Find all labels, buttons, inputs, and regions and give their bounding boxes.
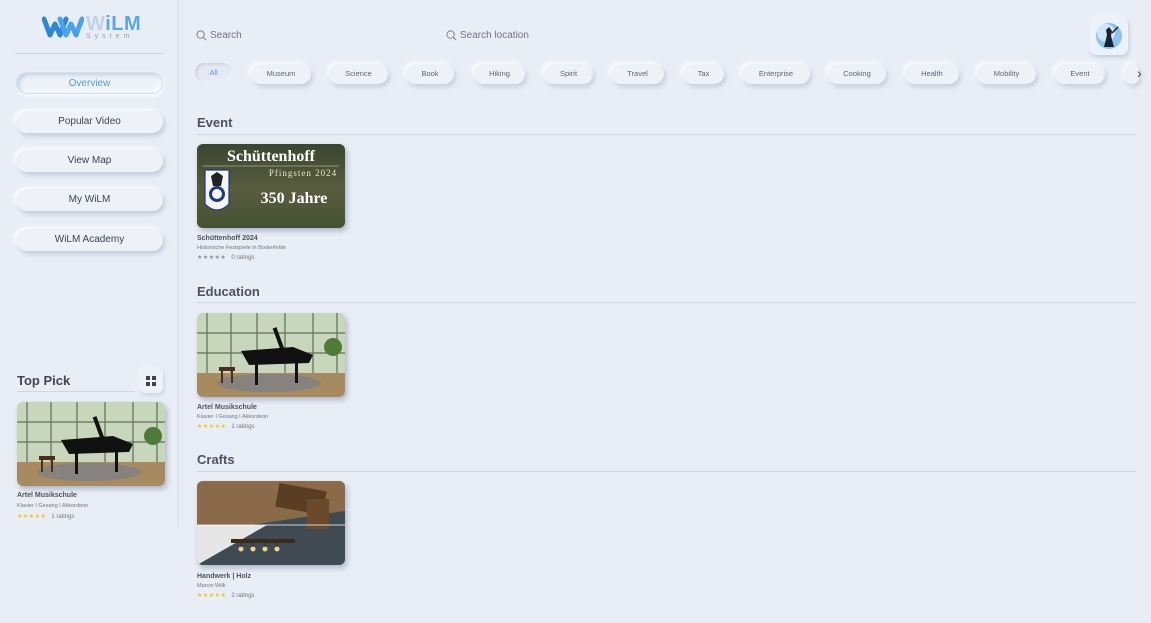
top-pick-card-subtitle: Klavier I Gesang I Akkordeon <box>17 503 89 509</box>
rating-stars-icon: ★★★★★ <box>197 424 227 430</box>
category-chip-hiking[interactable]: Hiking <box>474 64 525 84</box>
crafts-card-thumbnail[interactable] <box>197 481 345 565</box>
section-title-event: Event <box>197 115 233 130</box>
category-chip-mobility[interactable]: Mobility <box>977 64 1036 84</box>
event-card-thumbnail[interactable]: Schüttenhoff Pfingsten 2024 350 Jahre <box>197 144 345 228</box>
category-chip-tax[interactable]: Tax <box>683 64 724 84</box>
piano-image <box>17 402 165 486</box>
top-pick-thumbnail[interactable] <box>17 402 165 486</box>
search-input[interactable]: Search <box>196 28 242 42</box>
nav-view-map[interactable]: View Map <box>16 150 163 172</box>
grid-view-button[interactable] <box>139 369 163 393</box>
category-chip-museum[interactable]: Museum <box>251 64 311 84</box>
wilm-logo-mark-icon <box>42 16 84 38</box>
rating-stars-icon: ★★★★★ <box>197 593 227 599</box>
logo-subtitle: System <box>86 33 134 40</box>
section-title-education: Education <box>197 284 260 299</box>
category-chip-science[interactable]: Science <box>329 64 388 84</box>
category-chip-health[interactable]: Health <box>905 64 959 84</box>
section-divider <box>197 302 1136 303</box>
nav-my-wilm[interactable]: My WiLM <box>16 189 163 211</box>
chevron-right-icon[interactable]: › <box>1137 64 1142 82</box>
user-avatar[interactable] <box>1090 17 1128 55</box>
event-card-title[interactable]: Schüttenhoff 2024 <box>197 235 258 242</box>
sidebar: WiLM System Overview Popular Video View … <box>0 0 179 527</box>
rating-count: 0 ratings <box>231 254 255 261</box>
event-card-rating: ★★★★★ 0 ratings <box>197 254 255 262</box>
category-chip-enterprise[interactable]: Enterprise <box>742 64 810 84</box>
nav-overview[interactable]: Overview <box>16 72 163 94</box>
top-pick-divider <box>17 391 135 392</box>
search-icon <box>446 29 457 40</box>
location-placeholder: Search location <box>460 29 529 41</box>
rating-count: 1 ratings <box>231 423 255 430</box>
category-chip-all[interactable]: All <box>195 63 232 82</box>
top-pick-card-rating: ★★★★★ 1 ratings <box>17 513 75 521</box>
svg-text:Pfingsten 2024: Pfingsten 2024 <box>269 168 337 178</box>
top-pick-title: Top Pick <box>17 373 71 388</box>
category-chip-book[interactable]: Book <box>406 64 454 84</box>
education-card-subtitle: Klavier I Gesang I Akkordeon <box>197 414 269 420</box>
section-title-crafts: Crafts <box>197 452 235 467</box>
event-card-subtitle: Historische Festspiele in Bodenfelde <box>197 245 286 251</box>
nav-popular-video[interactable]: Popular Video <box>16 111 163 133</box>
rating-count: 2 ratings <box>231 592 255 599</box>
nav-wilm-academy[interactable]: WiLM Academy <box>16 229 163 251</box>
section-divider <box>197 471 1136 472</box>
rating-count: 1 ratings <box>51 513 75 520</box>
category-chip-cooking[interactable]: Cooking <box>828 64 886 84</box>
category-chip-event[interactable]: Event <box>1055 64 1105 84</box>
search-placeholder: Search <box>210 29 242 41</box>
education-card-title[interactable]: Artel Musikschule <box>197 404 257 411</box>
section-divider <box>197 134 1136 135</box>
education-card-thumbnail[interactable] <box>197 313 345 397</box>
category-chip-travel[interactable]: Travel <box>611 64 664 84</box>
piano-image <box>197 313 345 397</box>
wooden-lamp-image <box>197 481 345 565</box>
avatar-image <box>1094 21 1124 51</box>
rating-stars-icon: ★★★★★ <box>17 514 47 520</box>
svg-text:Schüttenhoff: Schüttenhoff <box>227 148 316 165</box>
wilm-logo[interactable]: WiLM System <box>42 14 141 42</box>
logo-wordmark: WiLM <box>86 13 142 35</box>
svg-text:350 Jahre: 350 Jahre <box>261 190 328 207</box>
top-pick-card-title[interactable]: Artel Musikschule <box>17 492 77 499</box>
rating-stars-icon: ★★★★★ <box>197 255 227 261</box>
schuettenhoff-image: Schüttenhoff Pfingsten 2024 350 Jahre <box>197 144 345 228</box>
education-card-rating: ★★★★★ 1 ratings <box>197 423 255 431</box>
search-icon <box>196 29 207 40</box>
sidebar-divider <box>15 53 163 54</box>
crafts-card-subtitle: Marcin Wilk <box>197 583 226 589</box>
grid-icon <box>146 376 156 386</box>
crafts-card-title[interactable]: Handwerk | Holz <box>197 573 251 580</box>
crafts-card-rating: ★★★★★ 2 ratings <box>197 592 255 600</box>
location-search-input[interactable]: Search location <box>446 28 529 42</box>
category-chip-spirit[interactable]: Spirit <box>544 64 593 84</box>
